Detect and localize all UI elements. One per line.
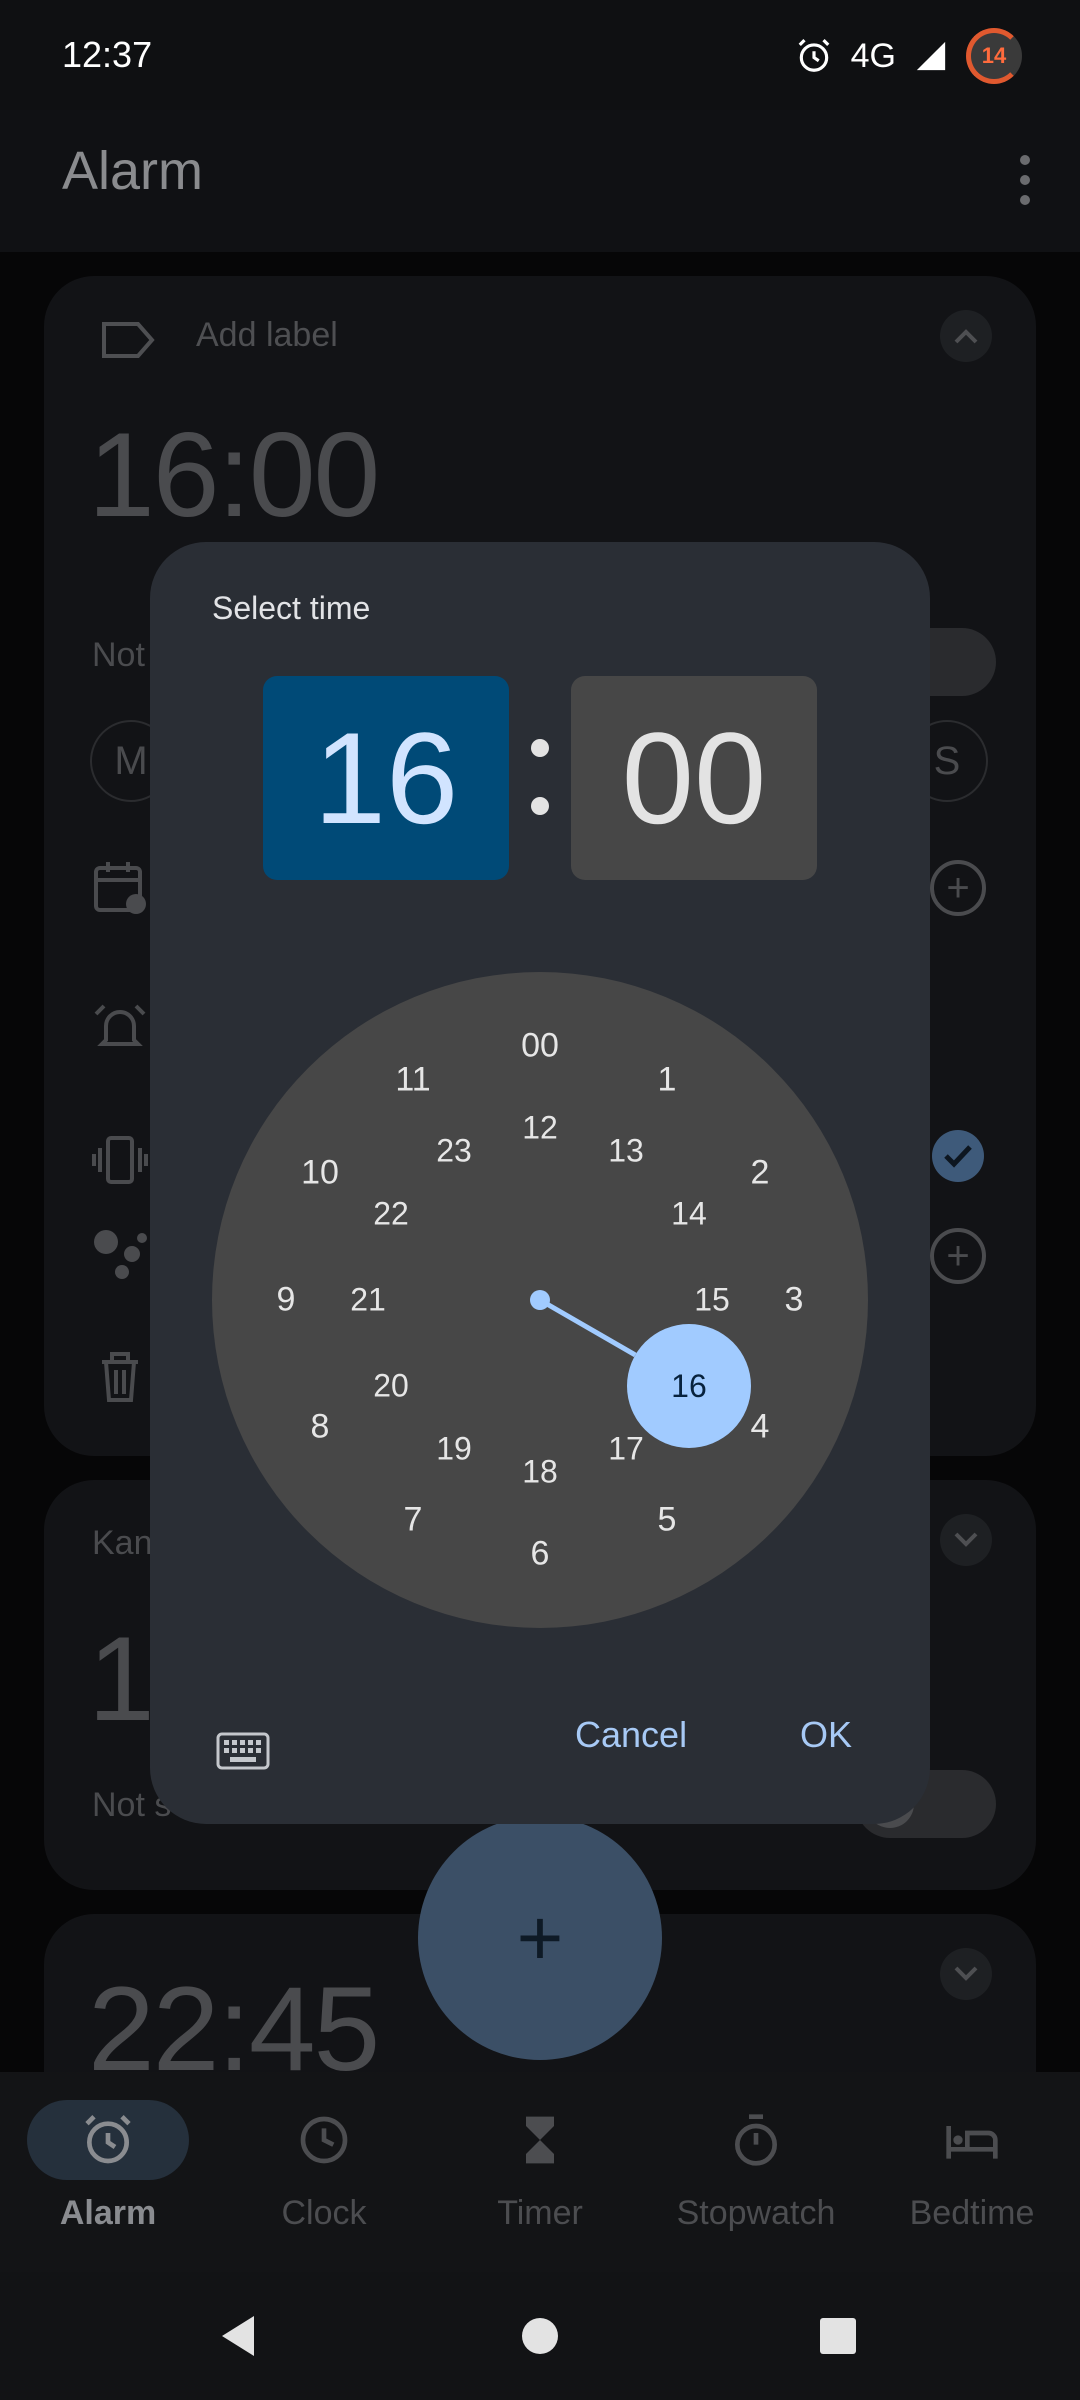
dial-number-outer[interactable]: 7 — [404, 1500, 423, 1539]
separator-dot — [531, 797, 549, 815]
minute-selector[interactable]: 00 — [571, 676, 817, 880]
dial-number-outer[interactable]: 3 — [785, 1281, 804, 1320]
nav-label: Bedtime — [909, 2194, 1035, 2232]
dial-number-inner[interactable]: 22 — [373, 1196, 409, 1233]
dial-number-outer[interactable]: 4 — [751, 1408, 770, 1447]
nav-pill — [891, 2100, 1053, 2180]
dial-number-outer[interactable]: 1 — [658, 1061, 677, 1100]
dial-number-outer[interactable]: 6 — [531, 1535, 550, 1574]
nav-clock[interactable]: Clock — [216, 2100, 432, 2260]
nav-timer[interactable]: Timer — [432, 2100, 648, 2260]
dialog-title: Select time — [212, 590, 371, 626]
nav-label: Timer — [497, 2194, 583, 2232]
dial-number-inner[interactable]: 19 — [436, 1430, 472, 1467]
dial-number-outer[interactable]: 2 — [751, 1154, 770, 1193]
dial-number-inner[interactable]: 15 — [694, 1282, 730, 1319]
alarm-icon — [85, 2115, 131, 2164]
nav-label: Stopwatch — [676, 2194, 836, 2232]
hour-selector[interactable]: 16 — [263, 676, 509, 880]
nav-pill — [675, 2100, 837, 2180]
bottom-navigation: Alarm Clock Timer Stopwatch Bedtime — [0, 2072, 1080, 2272]
selected-hour[interactable]: 16 — [626, 1324, 751, 1448]
dial-number-inner[interactable]: 12 — [522, 1110, 558, 1147]
bed-icon — [946, 2126, 998, 2159]
nav-label: Alarm — [59, 2194, 157, 2232]
time-separator — [522, 717, 558, 837]
nav-bedtime[interactable]: Bedtime — [864, 2100, 1080, 2260]
recents-square-icon — [820, 2318, 856, 2354]
dial-number-outer[interactable]: 10 — [301, 1154, 339, 1193]
clock-hand — [530, 1290, 637, 1358]
separator-dot — [531, 739, 549, 757]
hourglass-icon — [526, 2116, 554, 2164]
nav-pill — [27, 2100, 189, 2180]
dial-number-outer[interactable]: 8 — [311, 1408, 330, 1447]
ok-button[interactable]: OK — [800, 1714, 852, 1756]
back-triangle-icon — [222, 2316, 254, 2356]
home-circle-icon — [522, 2318, 558, 2354]
clock-dial[interactable]: 00 1 2 3 4 5 6 7 8 9 10 11 12 13 14 15 16 17 18 19 20 21 22 23 — [212, 972, 868, 1628]
clock-icon — [300, 2116, 348, 2164]
stopwatch-icon — [735, 2114, 777, 2166]
dial-number-outer[interactable]: 9 — [277, 1281, 296, 1320]
nav-pill — [243, 2100, 405, 2180]
nav-stopwatch[interactable]: Stopwatch — [648, 2100, 864, 2260]
nav-label: Clock — [281, 2194, 367, 2232]
keyboard-icon[interactable] — [216, 1732, 270, 1770]
system-navigation — [0, 2272, 1080, 2400]
dial-number-inner[interactable]: 13 — [608, 1133, 644, 1170]
dial-number-inner[interactable]: 20 — [373, 1368, 409, 1405]
recents-button[interactable] — [808, 2306, 868, 2366]
dial-number-inner[interactable]: 14 — [671, 1196, 707, 1233]
dial-number-outer[interactable]: 5 — [658, 1500, 677, 1539]
back-button[interactable] — [208, 2306, 268, 2366]
dial-number-inner[interactable]: 21 — [350, 1282, 386, 1319]
time-picker-dialog: Select time 16 00 00 1 2 3 4 5 6 7 8 9 10 11 12 13 14 1… — [150, 542, 930, 1824]
dial-number-outer[interactable]: 11 — [395, 1061, 430, 1100]
dial-number-inner[interactable]: 18 — [522, 1454, 558, 1491]
dial-number-inner[interactable]: 23 — [436, 1133, 472, 1170]
nav-pill — [459, 2100, 621, 2180]
cancel-button[interactable]: Cancel — [575, 1714, 687, 1756]
dial-number-outer[interactable]: 00 — [521, 1027, 559, 1066]
dial-number-inner[interactable]: 17 — [608, 1430, 644, 1467]
nav-alarm[interactable]: Alarm — [0, 2100, 216, 2260]
home-button[interactable] — [510, 2306, 570, 2366]
